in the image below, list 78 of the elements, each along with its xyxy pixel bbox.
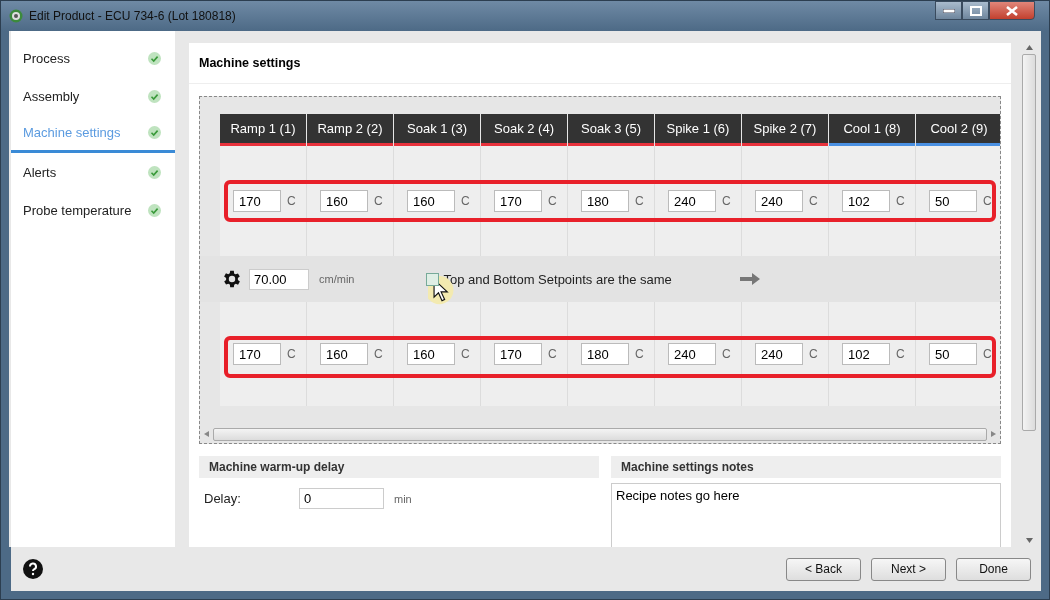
sidebar-item[interactable]: Process xyxy=(11,39,175,77)
maximize-button[interactable] xyxy=(962,1,989,20)
scroll-right-icon[interactable] xyxy=(991,431,996,437)
help-icon[interactable] xyxy=(23,559,43,579)
unit-label: C xyxy=(722,194,731,208)
setpoint-field[interactable]: 50 xyxy=(929,343,977,365)
dialog-button[interactable]: < Back xyxy=(786,557,861,581)
setpoint-field[interactable]: 170 xyxy=(233,190,281,212)
setpoint-field[interactable]: 180 xyxy=(581,343,629,365)
setpoint-field[interactable]: 170 xyxy=(233,343,281,365)
arrow-right-icon[interactable] xyxy=(739,273,760,285)
horizontal-scrollbar[interactable] xyxy=(204,427,996,441)
setpoint-field[interactable]: 240 xyxy=(668,190,716,212)
setpoint-field[interactable]: 160 xyxy=(320,343,368,365)
zone-header: Soak 1 (3) xyxy=(394,114,480,146)
unit-label: cm/min xyxy=(319,273,355,285)
zone-header: Ramp 2 (2) xyxy=(307,114,393,146)
delay-field[interactable]: 0 xyxy=(299,488,384,509)
setpoint-field[interactable]: 170 xyxy=(494,190,542,212)
speed-field[interactable]: 70.00 xyxy=(249,268,309,290)
zone-header: Cool 1 (8) xyxy=(829,114,915,146)
setpoint-field[interactable]: 240 xyxy=(755,190,803,212)
section-title: Machine settings notes xyxy=(611,456,1001,478)
unit-label: C xyxy=(983,194,992,208)
sidebar-item[interactable]: Probe temperature xyxy=(11,191,175,229)
setpoint-field[interactable]: 50 xyxy=(929,190,977,212)
dialog-button[interactable]: Next > xyxy=(871,557,946,581)
unit-label: min xyxy=(394,492,412,505)
sidebar-item[interactable]: Assembly xyxy=(11,77,175,115)
section-title: Machine settings xyxy=(189,43,1011,84)
close-button[interactable] xyxy=(989,1,1035,20)
unit-label: C xyxy=(635,194,644,208)
field-label: Delay: xyxy=(204,491,242,506)
dialog-button[interactable]: Done xyxy=(956,557,1031,581)
zone-header: Cool 2 (9) xyxy=(916,114,1000,146)
maximize-icon xyxy=(969,5,982,16)
setpoint-field[interactable]: 102 xyxy=(842,190,890,212)
setpoint-field[interactable]: 160 xyxy=(407,190,455,212)
sidebar-item[interactable]: Alerts xyxy=(11,153,175,191)
section-title: Machine warm-up delay xyxy=(199,456,599,478)
setpoint-field[interactable]: 170 xyxy=(494,343,542,365)
unit-label: C xyxy=(548,347,557,361)
unit-label: C xyxy=(809,194,818,208)
checkbox[interactable] xyxy=(426,272,440,286)
minimize-button[interactable] xyxy=(935,1,962,20)
setpoint-field[interactable]: 160 xyxy=(407,343,455,365)
unit-label: C xyxy=(548,194,557,208)
unit-label: C xyxy=(809,347,818,361)
setpoint-field[interactable]: 102 xyxy=(842,343,890,365)
unit-label: C xyxy=(287,194,296,208)
zone-header: Soak 3 (5) xyxy=(568,114,654,146)
unit-label: C xyxy=(461,194,470,208)
zone-header: Soak 2 (4) xyxy=(481,114,567,146)
unit-label: C xyxy=(374,194,383,208)
zone-header: Spike 1 (6) xyxy=(655,114,741,146)
minimize-icon xyxy=(942,8,955,13)
zone-header: Spike 2 (7) xyxy=(742,114,828,146)
unit-label: C xyxy=(374,347,383,361)
close-icon xyxy=(1005,5,1019,16)
unit-label: C xyxy=(896,194,905,208)
setpoint-field[interactable]: 160 xyxy=(320,190,368,212)
unit-label: C xyxy=(983,347,992,361)
setpoint-field[interactable]: 240 xyxy=(755,343,803,365)
scroll-down-icon[interactable] xyxy=(1025,538,1033,543)
scroll-left-icon[interactable] xyxy=(204,431,209,437)
zone-header: Ramp 1 (1) xyxy=(220,114,306,146)
unit-label: C xyxy=(287,347,296,361)
unit-label: C xyxy=(461,347,470,361)
setpoint-field[interactable]: 180 xyxy=(581,190,629,212)
window-title: Edit Product - ECU 734-6 (Lot 180818) xyxy=(29,9,237,23)
unit-label: C xyxy=(896,347,905,361)
notes-field[interactable]: Recipe notes go here xyxy=(611,483,1001,547)
setpoint-field[interactable]: 240 xyxy=(668,343,716,365)
unit-label: C xyxy=(635,347,644,361)
settings-icon[interactable] xyxy=(221,268,243,290)
scroll-up-icon[interactable] xyxy=(1025,45,1033,50)
app-icon xyxy=(9,9,23,23)
unit-label: C xyxy=(722,347,731,361)
